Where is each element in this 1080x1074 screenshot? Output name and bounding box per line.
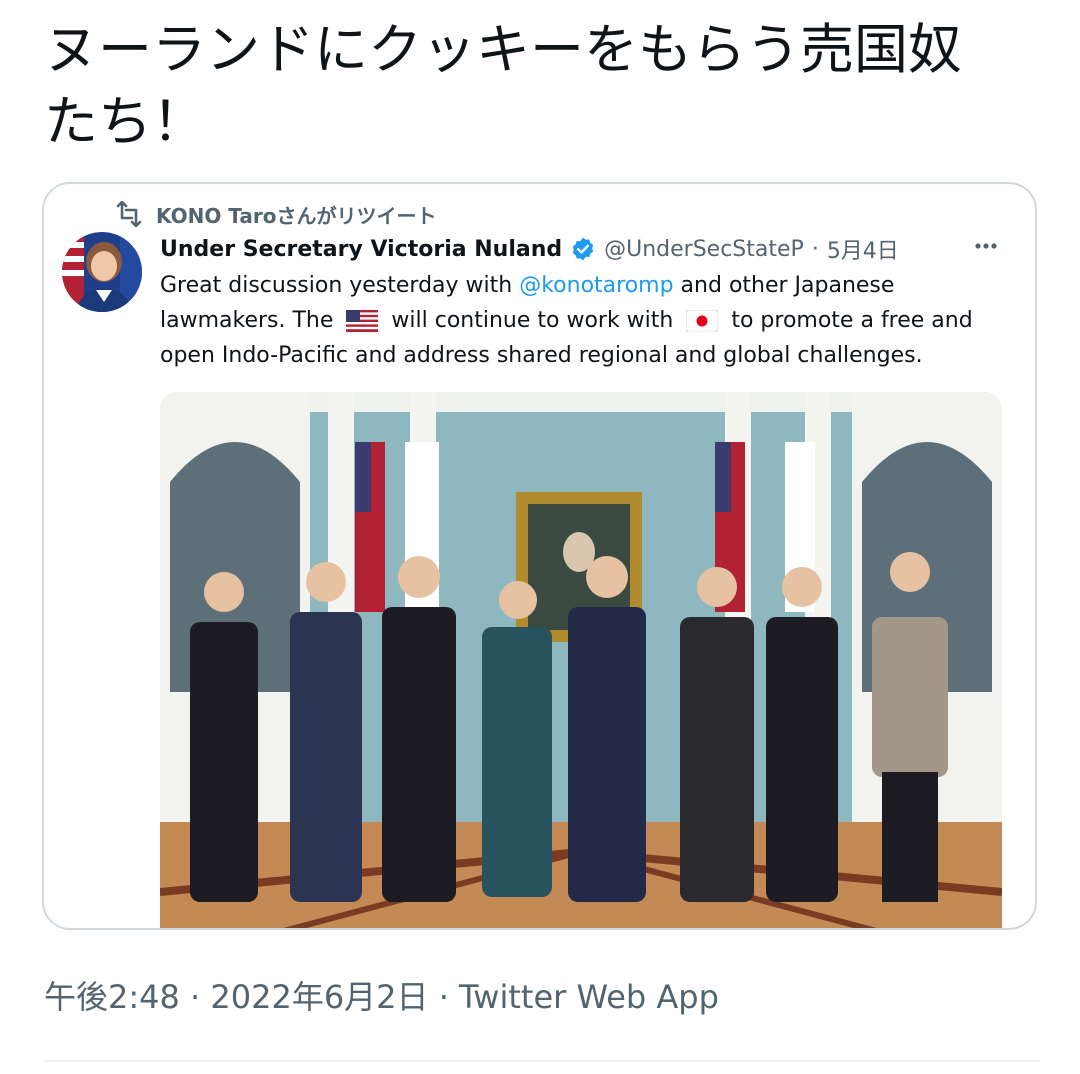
divider	[44, 1060, 1040, 1062]
tweet-text-line-2: たち！	[44, 90, 206, 153]
tweet-timestamp-source[interactable]: 午後2:48 · 2022年6月2日 · Twitter Web App	[44, 972, 719, 1018]
quoted-tweet-card[interactable]: KONO Taroさんがリツイート Under Secretary Victor…	[42, 182, 1037, 930]
verified-badge-icon	[572, 237, 594, 261]
group-photo-image	[160, 392, 1002, 928]
meta-separator: ·	[811, 236, 819, 262]
display-name[interactable]: Under Secretary Victoria Nuland	[160, 237, 562, 262]
us-flag-emoji	[346, 310, 379, 332]
quoted-tweet-body: Great discussion yesterday with @konotar…	[160, 268, 980, 373]
japan-flag-emoji	[686, 310, 719, 332]
quoted-tweet-header: Under Secretary Victoria Nuland @UnderSe…	[160, 232, 899, 266]
tweet-text: ヌーランドにクッキーをもらう売国奴 たち！	[44, 14, 1044, 158]
retweet-context: KONO Taroさんがリツイート	[114, 198, 436, 230]
body-text-part-3: will continue to work with	[384, 308, 681, 333]
mention-link[interactable]: @konotaromp	[519, 273, 673, 298]
tweet-photo[interactable]	[160, 392, 1002, 928]
body-text-part-1: Great discussion yesterday with	[160, 273, 520, 298]
tweet-text-line-1: ヌーランドにクッキーをもらう売国奴	[44, 18, 962, 81]
more-options-icon[interactable]	[971, 234, 1001, 258]
user-handle[interactable]: @UnderSecStateP	[604, 237, 804, 262]
tweet-date[interactable]: 5月4日	[827, 233, 899, 265]
retweet-icon	[116, 201, 142, 227]
retweet-context-label: KONO Taroさんがリツイート	[156, 203, 437, 228]
avatar-image	[62, 232, 142, 312]
avatar[interactable]	[62, 232, 142, 312]
